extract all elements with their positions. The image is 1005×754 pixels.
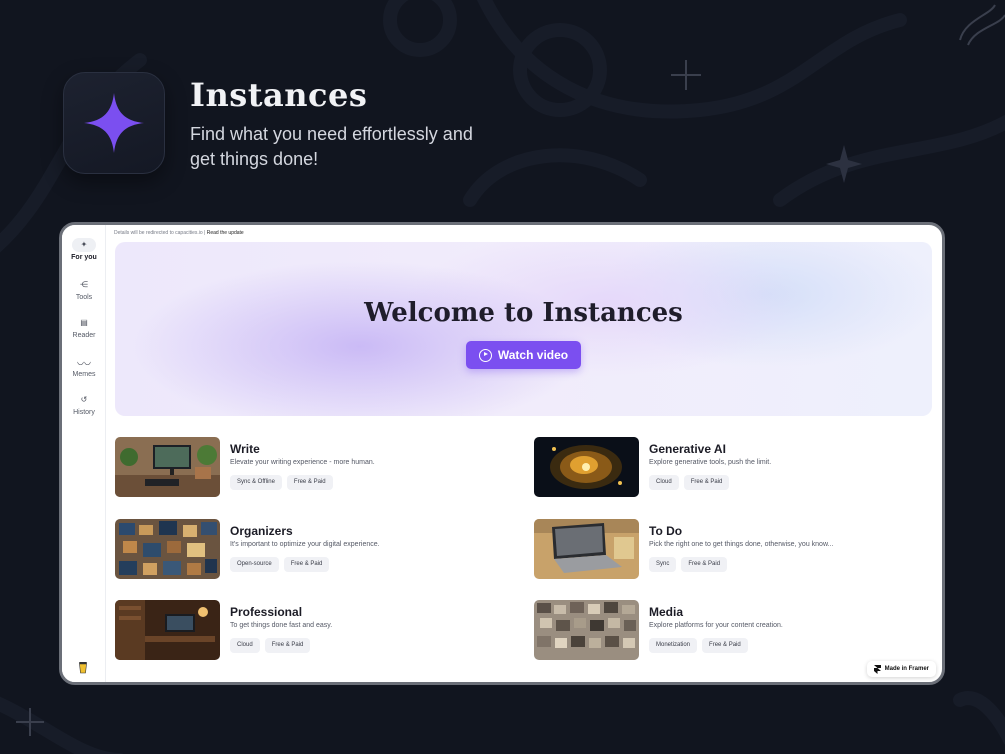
card-description: It's important to optimize your digital …	[230, 541, 380, 548]
sparkle-icon	[826, 145, 862, 183]
card-tags: Monetization Free & Paid	[649, 638, 748, 653]
tag[interactable]: Free & Paid	[681, 557, 728, 572]
hero-header: Instances Find what you need effortlessl…	[63, 72, 473, 182]
framer-badge-label: Made in Framer	[884, 666, 929, 672]
notice-link[interactable]: Read the update	[207, 230, 244, 236]
sidebar-item-tools[interactable]: ⋲ Tools	[62, 278, 106, 301]
app-window-mockup: ✦ For you ⋲ Tools ▤ Reader ◡◡ Memes ↺ Hi…	[59, 222, 945, 685]
tag[interactable]: Cloud	[649, 475, 679, 490]
media-thumbnail	[534, 600, 639, 660]
sidebar-item-label: For you	[71, 254, 97, 261]
tag[interactable]: Free & Paid	[702, 638, 748, 653]
sidebar-item-memes[interactable]: ◡◡ Memes	[62, 355, 106, 378]
brand-subtitle: Find what you need effortlessly and get …	[190, 124, 473, 169]
tag[interactable]: Open-source	[230, 557, 279, 572]
sidebar-item-label: Tools	[75, 294, 93, 301]
tag[interactable]: Free & Paid	[286, 475, 333, 490]
category-card-professional[interactable]: Professional To get things done fast and…	[115, 600, 505, 662]
sidebar-item-label: Memes	[72, 371, 96, 378]
sidebar-item-history[interactable]: ↺ History	[62, 393, 106, 416]
notice-bar: Details will be redirected to capacities…	[114, 230, 244, 236]
category-card-write[interactable]: Write Elevate your writing experience - …	[115, 437, 505, 499]
sidebar-item-label: Reader	[72, 332, 96, 339]
card-tags: Open-source Free & Paid	[230, 557, 330, 572]
share-nodes-icon: ⋲	[80, 280, 88, 289]
welcome-banner: Welcome to Instances Watch video	[115, 242, 932, 416]
sidebar-item-label: History	[73, 409, 95, 416]
sidebar-item-reader[interactable]: ▤ Reader	[62, 316, 106, 339]
card-tags: Sync Free & Paid	[649, 557, 728, 572]
card-description: Explore generative tools, push the limit…	[649, 459, 772, 466]
to-do-thumbnail	[534, 519, 639, 579]
category-card-generative-ai[interactable]: Generative AI Explore generative tools, …	[534, 437, 924, 499]
history-icon: ↺	[80, 395, 88, 404]
card-description: To get things done fast and easy.	[230, 622, 333, 629]
play-icon	[478, 348, 492, 362]
card-title: To Do	[649, 524, 683, 538]
made-in-framer-badge[interactable]: Made in Framer	[866, 661, 936, 677]
sidebar: ✦ For you ⋲ Tools ▤ Reader ◡◡ Memes ↺ Hi…	[62, 225, 106, 682]
tag[interactable]: Free & Paid	[283, 557, 330, 572]
card-title: Organizers	[230, 524, 293, 538]
card-title: Write	[230, 442, 260, 456]
sidebar-item-for-you[interactable]: ✦ For you	[62, 238, 106, 261]
sparkle-icon	[16, 708, 44, 736]
tag[interactable]: Sync	[649, 557, 677, 572]
brand-title: Instances	[190, 76, 368, 114]
organizers-thumbnail	[115, 519, 220, 579]
banner-title: Welcome to Instances	[364, 298, 683, 328]
tag[interactable]: Sync & Offline	[230, 475, 282, 490]
coffee-cup-icon[interactable]	[78, 662, 88, 674]
card-description: Elevate your writing experience - more h…	[230, 459, 375, 466]
tag[interactable]: Free & Paid	[683, 475, 730, 490]
watch-video-label: Watch video	[497, 348, 569, 362]
category-card-organizers[interactable]: Organizers It's important to optimize yo…	[115, 519, 505, 581]
generative-ai-thumbnail	[534, 437, 639, 497]
category-card-media[interactable]: Media Explore platforms for your content…	[534, 600, 924, 662]
card-title: Generative AI	[649, 442, 726, 456]
tag[interactable]: Monetization	[649, 638, 698, 653]
card-tags: Cloud Free & Paid	[649, 475, 730, 490]
write-thumbnail	[115, 437, 220, 497]
framer-logo-icon	[873, 664, 881, 674]
professional-thumbnail	[115, 600, 220, 660]
watch-video-button[interactable]: Watch video	[466, 341, 581, 369]
sparkle-icon	[671, 60, 701, 90]
book-icon: ▤	[80, 318, 88, 327]
sparkle-icon: ✦	[72, 238, 96, 252]
card-title: Media	[649, 605, 684, 619]
card-description: Pick the right one to get things done, o…	[649, 541, 834, 548]
app-logo	[63, 72, 165, 174]
tag[interactable]: Cloud	[230, 638, 260, 653]
category-card-to-do[interactable]: To Do Pick the right one to get things d…	[534, 519, 924, 581]
sparkle-icon	[84, 93, 144, 153]
notice-text: Details will be redirected to capacities…	[114, 230, 203, 236]
tag[interactable]: Free & Paid	[264, 638, 311, 653]
glasses-icon: ◡◡	[77, 357, 91, 366]
card-description: Explore platforms for your content creat…	[649, 622, 783, 629]
card-tags: Sync & Offline Free & Paid	[230, 475, 333, 490]
card-tags: Cloud Free & Paid	[230, 638, 311, 653]
card-title: Professional	[230, 605, 303, 619]
